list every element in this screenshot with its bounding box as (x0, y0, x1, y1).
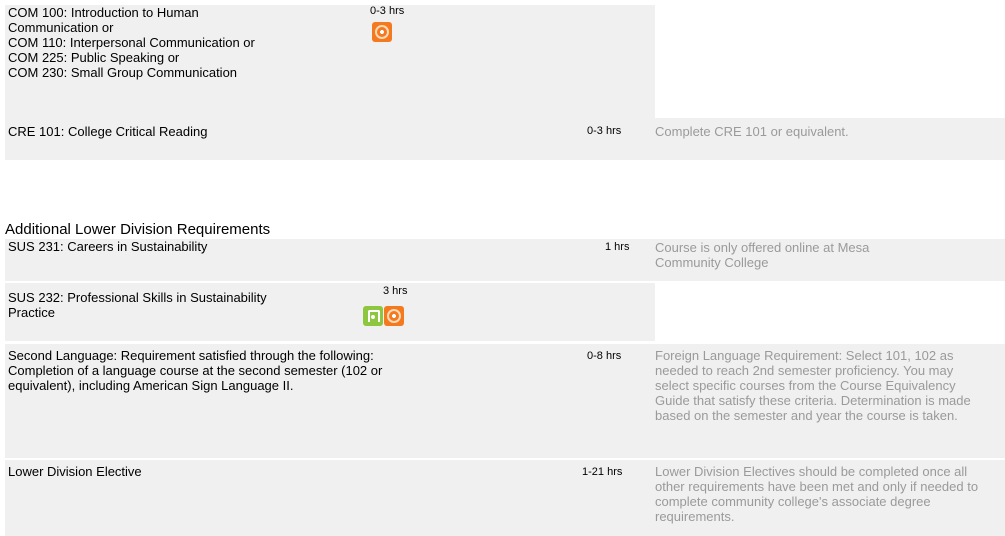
course-name-elective: Lower Division Elective (8, 464, 142, 479)
course-line: COM 100: Introduction to Human (8, 5, 199, 20)
course-line: SUS 232: Professional Skills in Sustaina… (8, 290, 267, 305)
course-hours-sus231: 1 hrs (605, 241, 630, 253)
course-line: Practice (8, 305, 55, 320)
orange-target-icon[interactable] (384, 306, 404, 326)
course-note-language: Foreign Language Requirement: Select 101… (655, 348, 971, 423)
course-hours-cre: 0-3 hrs (587, 125, 622, 137)
course-line: Completion of a language course at the s… (8, 363, 383, 378)
course-hours-language: 0-8 hrs (587, 350, 622, 362)
green-book-icon[interactable] (363, 306, 383, 326)
course-note-elective: Lower Division Electives should be compl… (655, 464, 979, 524)
orange-target-icon[interactable] (372, 22, 392, 42)
course-name-language: Second Language: Requirement satisfied t… (8, 348, 478, 393)
course-note-cre: Complete CRE 101 or equivalent. (655, 124, 849, 139)
course-line: COM 225: Public Speaking or (8, 50, 180, 65)
course-name-cre: CRE 101: College Critical Reading (8, 124, 208, 139)
course-line: equivalent), including American Sign Lan… (8, 378, 294, 393)
course-line: Second Language: Requirement satisfied t… (8, 348, 374, 363)
course-name-com: COM 100: Introduction to Human Communica… (8, 5, 338, 80)
course-name-sus232: SUS 232: Professional Skills in Sustaina… (8, 290, 338, 320)
course-name-sus231: SUS 231: Careers in Sustainability (8, 239, 208, 254)
course-line: Communication or (8, 20, 114, 35)
course-hours-sus232: 3 hrs (383, 285, 408, 297)
section-title: Additional Lower Division Requirements (5, 221, 271, 238)
course-line: COM 110: Interpersonal Communication or (8, 35, 255, 50)
course-note-sus231: Course is only offered online at Mesa Co… (655, 240, 870, 270)
course-hours-elective: 1-21 hrs (582, 466, 623, 478)
course-hours-com: 0-3 hrs (370, 5, 405, 17)
course-line: COM 230: Small Group Communication (8, 65, 238, 80)
